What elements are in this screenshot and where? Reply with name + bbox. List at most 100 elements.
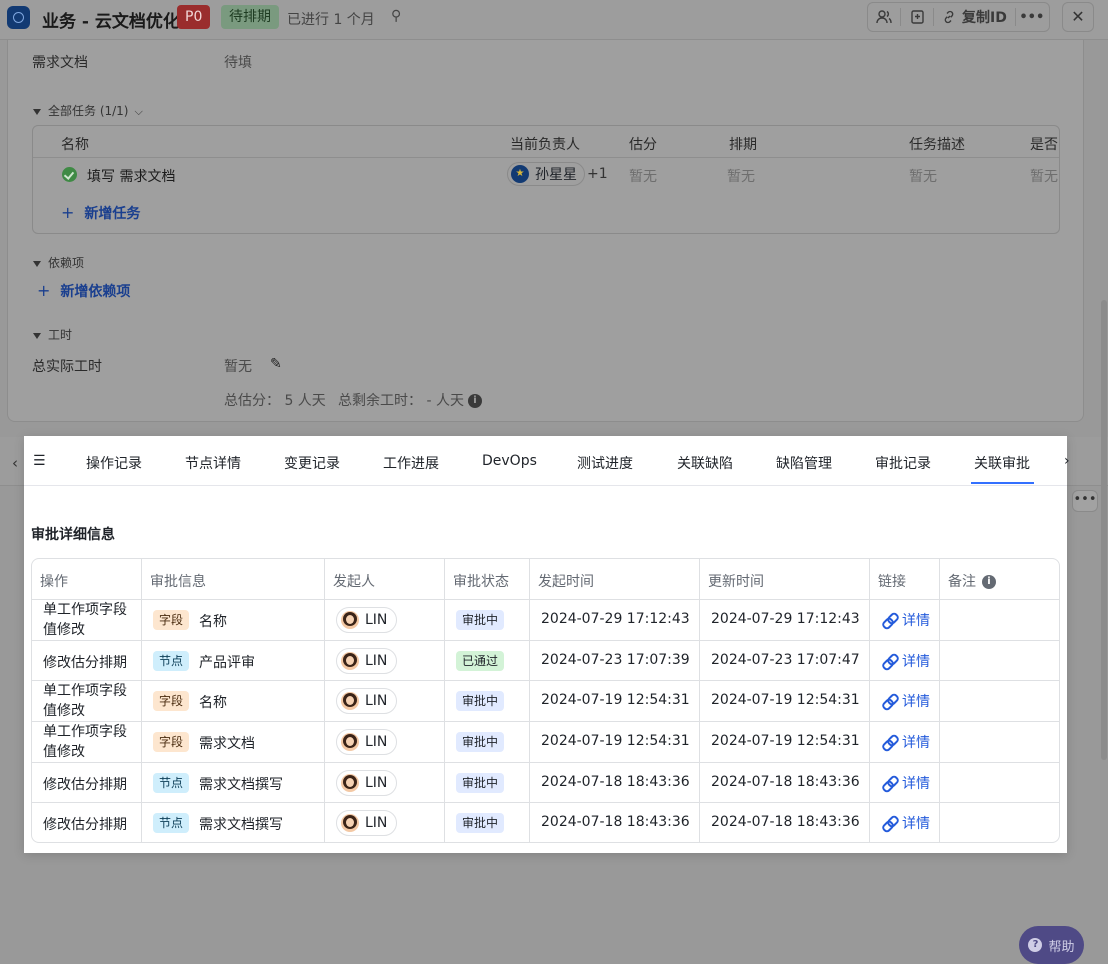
tab-linked-approvals[interactable]: 关联审批 <box>974 453 1030 473</box>
column-header: 审批信息 <box>150 574 206 590</box>
status-badge: 审批中 <box>456 691 505 711</box>
owner-chip[interactable]: ★ 孙星星 <box>507 162 585 186</box>
table-row[interactable]: 单工作项字段值修改 字段 名称 LIN 审批中 2024-07-19 12:54… <box>32 681 1059 722</box>
more-icon[interactable]: ••• <box>1072 490 1098 512</box>
owner-extra-count[interactable]: +1 <box>587 166 608 182</box>
chevron-left-icon[interactable]: ‹ <box>12 454 18 472</box>
update-time: 2024-07-18 18:43:36 <box>711 774 860 790</box>
initiator-chip[interactable]: LIN <box>336 607 398 633</box>
list-icon[interactable]: ☰ <box>33 453 46 469</box>
detail-link[interactable]: 详情 <box>882 813 930 833</box>
avatar <box>341 733 359 751</box>
initiator-chip[interactable]: LIN <box>336 648 398 674</box>
link-icon <box>882 694 896 708</box>
copy-id-button[interactable]: 复制ID <box>934 3 1015 31</box>
tab-change-log[interactable]: 变更记录 <box>284 453 340 473</box>
pencil-icon[interactable]: ✎ <box>270 356 282 372</box>
chevron-down-icon: ⌵ <box>134 105 143 118</box>
members-icon[interactable] <box>868 3 900 31</box>
plus-icon: + <box>37 281 51 300</box>
flag-value[interactable]: 暂无 <box>1030 166 1058 186</box>
detail-link[interactable]: 详情 <box>882 651 930 671</box>
initiator-chip[interactable]: LIN <box>336 688 398 714</box>
chevron-right-icon[interactable]: › <box>1064 453 1070 469</box>
approval-info: 名称 <box>199 614 227 630</box>
field-tag: 字段 <box>153 732 190 752</box>
field-tag: 字段 <box>153 691 190 711</box>
status-badge: 已通过 <box>456 651 505 671</box>
priority-badge[interactable]: P0 <box>177 5 211 29</box>
detail-link[interactable]: 详情 <box>882 773 930 793</box>
help-button[interactable]: ? 帮助 <box>1019 926 1084 964</box>
app-icon <box>7 6 30 29</box>
schedule-value[interactable]: 暂无 <box>727 166 755 186</box>
table-row[interactable]: 修改估分排期 节点 需求文档撰写 LIN 审批中 2024-07-18 18:4… <box>32 763 1059 803</box>
column-header: 估分 <box>629 137 657 153</box>
column-header: 当前负责人 <box>510 137 580 153</box>
check-circle-icon[interactable] <box>62 167 77 182</box>
tab-linked-defects[interactable]: 关联缺陷 <box>677 453 733 473</box>
table-row[interactable]: 填写 需求文档 ★ 孙星星 +1 暂无 暂无 暂无 暂无 <box>33 158 1059 190</box>
detail-link[interactable]: 详情 <box>882 610 930 630</box>
actual-worktime-value: 暂无 <box>224 359 252 375</box>
header-toolbar: 复制ID ••• <box>867 2 1050 32</box>
page-title: 业务 - 云文档优化 <box>42 12 180 32</box>
detail-link[interactable]: 详情 <box>882 691 930 711</box>
status-badge[interactable]: 待排期 <box>221 5 279 29</box>
start-time: 2024-07-18 18:43:36 <box>541 774 690 790</box>
table-row[interactable]: 单工作项字段值修改 字段 名称 LIN 审批中 2024-07-29 17:12… <box>32 600 1059 641</box>
detail-link[interactable]: 详情 <box>882 732 930 752</box>
detail-card: 需求文档 待填 全部任务 (1/1) ⌵ 名称 当前负责人 估分 排期 任务描述 … <box>7 40 1084 422</box>
tab-bar: ☰ 操作记录 节点详情 变更记录 工作进展 DevOps 测试进度 关联缺陷 缺… <box>24 436 1070 486</box>
tasks-section-header[interactable]: 全部任务 (1/1) ⌵ <box>33 102 143 119</box>
initiator-chip[interactable]: LIN <box>336 810 398 836</box>
start-time: 2024-07-23 17:07:39 <box>541 652 690 668</box>
description-value[interactable]: 暂无 <box>909 166 937 186</box>
tab-defect-management[interactable]: 缺陷管理 <box>776 453 832 473</box>
elapsed-text: 已进行 1 个月 <box>287 12 375 28</box>
column-header: 备注 i <box>948 571 996 591</box>
tab-devops[interactable]: DevOps <box>482 453 537 469</box>
info-icon[interactable]: i <box>467 394 482 408</box>
tab-approval-log[interactable]: 审批记录 <box>875 453 931 473</box>
tab-operation-log[interactable]: 操作记录 <box>86 453 142 473</box>
add-dependency-button[interactable]: + 新增依赖项 <box>37 281 130 301</box>
initiator-chip[interactable]: LIN <box>336 729 398 755</box>
table-row[interactable]: 修改估分排期 节点 产品评审 LIN 已通过 2024-07-23 17:07:… <box>32 641 1059 681</box>
remaining-worktime: 总剩余工时： - 人天 i <box>338 390 482 410</box>
close-icon[interactable]: ✕ <box>1062 2 1094 32</box>
approval-info: 产品评审 <box>199 655 255 671</box>
pin-icon[interactable]: ⚲ <box>391 8 401 24</box>
add-task-button[interactable]: + 新增任务 <box>61 203 140 223</box>
table-row[interactable]: 单工作项字段值修改 字段 需求文档 LIN 审批中 2024-07-19 12:… <box>32 722 1059 763</box>
tab-test-progress[interactable]: 测试进度 <box>577 453 633 473</box>
dependency-section-header[interactable]: 依赖项 <box>33 254 84 271</box>
column-header: 更新时间 <box>708 574 764 590</box>
task-table-header: 名称 当前负责人 估分 排期 任务描述 是否 <box>33 126 1059 158</box>
column-header: 发起人 <box>333 574 375 590</box>
action-cell: 修改估分排期 <box>43 655 127 671</box>
link-icon <box>882 613 896 627</box>
avatar <box>341 611 359 629</box>
scrollbar[interactable] <box>1101 300 1107 760</box>
tab-node-detail[interactable]: 节点详情 <box>185 453 241 473</box>
action-cell: 单工作项字段值修改 <box>43 683 127 719</box>
task-name[interactable]: 填写 需求文档 <box>87 166 175 186</box>
req-doc-value[interactable]: 待填 <box>224 52 252 72</box>
info-icon[interactable]: i <box>982 575 996 589</box>
approval-info: 需求文档 <box>199 736 255 752</box>
worktime-section-header[interactable]: 工时 <box>33 326 72 343</box>
question-icon: ? <box>1028 938 1043 952</box>
table-row[interactable]: 修改估分排期 节点 需求文档撰写 LIN 审批中 2024-07-18 18:4… <box>32 803 1059 842</box>
active-tab-indicator <box>971 482 1034 484</box>
section-title: 审批详细信息 <box>31 527 115 543</box>
estimate-value[interactable]: 暂无 <box>629 166 657 186</box>
more-icon[interactable]: ••• <box>1016 3 1048 31</box>
tab-work-progress[interactable]: 工作进展 <box>383 453 439 473</box>
link-icon <box>944 10 954 24</box>
bookmark-icon[interactable] <box>901 3 933 31</box>
column-header: 操作 <box>40 574 68 590</box>
initiator-chip[interactable]: LIN <box>336 770 398 796</box>
plus-icon: + <box>61 203 75 222</box>
update-time: 2024-07-23 17:07:47 <box>711 652 860 668</box>
